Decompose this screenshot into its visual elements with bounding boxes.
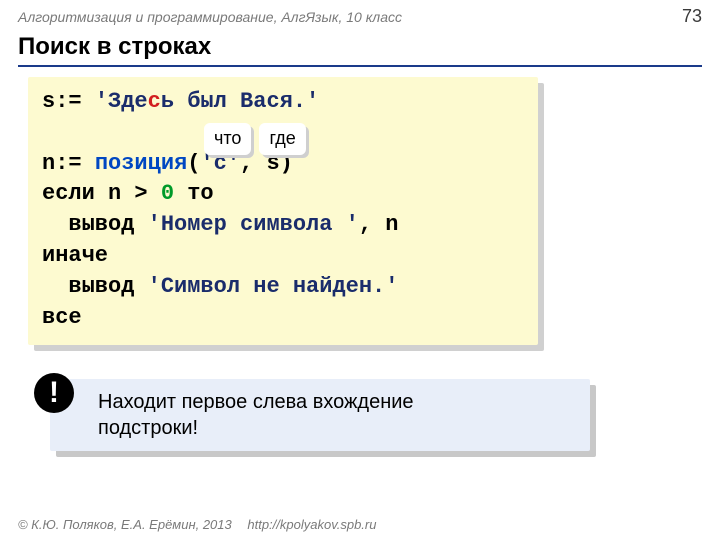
slide-footer: © К.Ю. Поляков, Е.А. Ерёмин, 2013 http:/… xyxy=(18,517,376,532)
page-number: 73 xyxy=(682,6,702,27)
breadcrumb: Алгоритмизация и программирование, АлгЯз… xyxy=(18,9,402,25)
code-box: s:= 'Здесь был Вася.' n:= позиция('с', s… xyxy=(28,77,538,345)
code-line-3: если n > 0 то xyxy=(42,179,524,210)
code-block: s:= 'Здесь был Вася.' n:= позиция('с', s… xyxy=(28,77,538,345)
note-box: ! Находит первое слева вхождение подстро… xyxy=(50,379,590,451)
code-line-5: иначе xyxy=(42,241,524,272)
note-block: ! Находит первое слева вхождение подстро… xyxy=(50,379,590,451)
chip-where: где xyxy=(259,123,305,155)
code-line-7: все xyxy=(42,303,524,334)
annotation-chips: что где xyxy=(204,123,306,155)
footer-url: http://kpolyakov.spb.ru xyxy=(247,517,376,532)
code-line-4: вывод 'Номер символа ', n xyxy=(42,210,524,241)
title-rule xyxy=(18,65,702,67)
code-line-1: s:= 'Здесь был Вася.' xyxy=(42,87,524,118)
note-line-2: подстроки! xyxy=(98,415,576,441)
chip-what-label: что xyxy=(204,123,251,155)
copyright: © К.Ю. Поляков, Е.А. Ерёмин, 2013 xyxy=(18,517,232,532)
attention-icon: ! xyxy=(34,373,74,413)
slide-header: Алгоритмизация и программирование, АлгЯз… xyxy=(0,0,720,31)
note-line-1: Находит первое слева вхождение xyxy=(98,389,576,415)
chip-where-label: где xyxy=(259,123,305,155)
page-title: Поиск в строках xyxy=(0,31,720,65)
code-line-6: вывод 'Символ не найден.' xyxy=(42,272,524,303)
chip-what: что xyxy=(204,123,251,155)
